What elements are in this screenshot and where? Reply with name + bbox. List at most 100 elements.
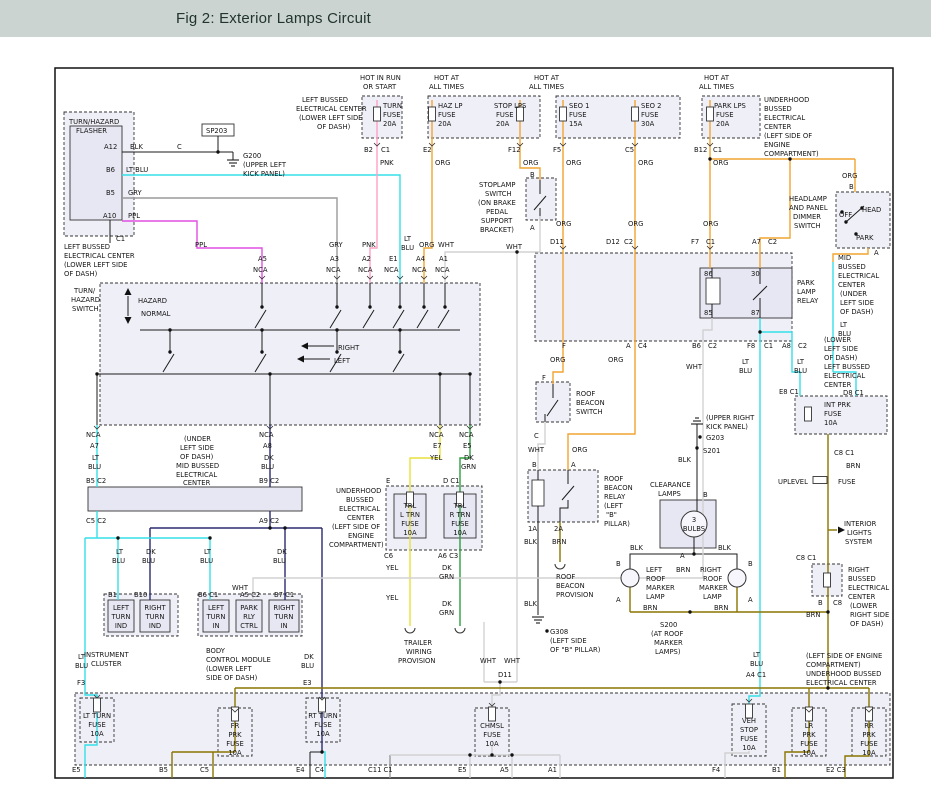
diagram-label: LT	[404, 235, 412, 243]
diagram-label: SWITCH	[576, 408, 603, 416]
diagram-label: (LEFT SIDE OF	[332, 523, 380, 531]
diagram-label: 10A	[802, 749, 816, 757]
diagram-label: ROOF	[556, 573, 575, 581]
diagram-label: FUSE	[483, 731, 501, 739]
junction-dot	[168, 328, 171, 331]
diagram-label: FUSE	[383, 111, 401, 119]
diagram-label: C1	[764, 342, 773, 350]
diagram-label: C8 C1	[834, 449, 854, 457]
junction-dot	[438, 372, 441, 375]
diagram-label: A9 C2	[259, 517, 279, 525]
diagram-label: VEH	[742, 717, 756, 725]
diagram-label: WIRING	[406, 648, 432, 656]
diagram-label: LEFT	[646, 566, 663, 574]
fuse-symbol	[94, 698, 101, 712]
diagram-label: UNDERHOOD	[336, 487, 381, 495]
diagram-label: B5	[159, 766, 168, 774]
diagram-label: TURN	[274, 613, 294, 621]
diagram-label: (LEFT SIDE OF ENGINE	[806, 652, 882, 660]
diagram-label: DK	[442, 600, 452, 608]
diagram-label: KICK PANEL)	[243, 170, 285, 178]
diagram-label: C5	[200, 766, 209, 774]
diagram-label: LEFT SIDE	[840, 299, 874, 307]
diagram-label: A4 C1	[746, 671, 766, 679]
diagram-label: HAZ LP	[438, 102, 462, 110]
diagram-label: YEL	[385, 594, 398, 602]
diagram-label: TURN	[111, 613, 131, 621]
diagram-label: DK	[442, 564, 452, 572]
diagram-label: G203	[706, 434, 724, 442]
fuse-symbol	[429, 107, 436, 121]
diagram-label: LR	[805, 722, 814, 730]
diagram-label: AND PANEL	[789, 204, 828, 212]
diagram-label: STOP	[740, 726, 758, 734]
diagram-label: 10A	[824, 419, 838, 427]
diagram-label: ENGINE	[348, 532, 374, 540]
diagram-label: SWITCH	[794, 222, 821, 230]
diagram-label: OF DASH)	[840, 308, 874, 316]
junction-dot	[216, 150, 219, 153]
diagram-label: F3	[77, 679, 85, 687]
diagram-label: FUSE	[496, 111, 514, 119]
diagram-label: BRN	[846, 462, 860, 470]
diagram-label: PEDAL	[486, 208, 508, 216]
diagram-label: LAMP	[797, 288, 816, 296]
diagram-label: B	[849, 183, 854, 191]
component-box	[88, 487, 302, 511]
diagram-label: LAMP	[646, 593, 665, 601]
diagram-label: BLK	[718, 544, 731, 552]
wire-cyn	[85, 538, 97, 701]
diagram-label: WHT	[528, 446, 545, 454]
diagram-label: "B"	[606, 511, 617, 519]
diagram-label: C11 C1	[368, 766, 393, 774]
diagram-label: A1	[548, 766, 557, 774]
diagram-label: 10A	[453, 529, 467, 537]
diagram-label: NCA	[358, 266, 373, 274]
diagram-label: LT	[742, 358, 750, 366]
diagram-label: LEFT BUSSED	[824, 363, 870, 371]
diagram-label: G308	[550, 628, 568, 636]
diagram-label: E1	[389, 255, 398, 263]
diagram-label: C	[534, 432, 539, 440]
diagram-label: 10A	[862, 749, 876, 757]
diagram-label: TURN	[382, 102, 402, 110]
diagram-label: NCA	[412, 266, 427, 274]
diagram-label: BLK	[678, 456, 691, 464]
junction-dot	[498, 680, 501, 683]
fuse-symbol	[489, 707, 496, 721]
diagram-label: TRAILER	[403, 639, 432, 647]
diagram-label: BLK	[630, 544, 643, 552]
diagram-label: WHT	[506, 243, 523, 251]
diagram-label: SWITCH	[485, 190, 512, 198]
diagram-label: OF DASH)	[317, 123, 351, 131]
diagram-label: C2	[798, 342, 807, 350]
fuse-symbol	[824, 573, 831, 587]
diagram-label: C2	[624, 238, 633, 246]
diagram-label: HAZARD	[71, 296, 100, 304]
diagram-label: 3	[692, 516, 696, 524]
wire-org	[760, 159, 790, 268]
diagram-label: HOT AT	[434, 74, 460, 82]
diagram-label: FUSE	[740, 735, 758, 743]
diagram-label: ORG	[435, 159, 450, 167]
connector-arc	[405, 628, 415, 633]
diagram-label: RIGHT	[848, 566, 870, 574]
diagram-label: (LEFT	[604, 502, 624, 510]
junction-dot	[260, 328, 263, 331]
diagram-label: BLU	[75, 662, 88, 670]
diagram-label: TURN	[206, 613, 226, 621]
diagram-label: HOT AT	[704, 74, 730, 82]
diagram-label: DK	[264, 454, 274, 462]
diagram-label: SYSTEM	[845, 538, 872, 546]
diagram-label: RIGHT	[700, 566, 722, 574]
diagram-label: 10A	[742, 744, 756, 752]
diagram-label: GRY	[329, 241, 344, 249]
diagram-label: E4	[296, 766, 305, 774]
diagram-label: (ON BRAKE	[478, 199, 516, 207]
fuse-symbol	[632, 107, 639, 121]
diagram-label: LT	[840, 321, 848, 329]
diagram-label: LT	[116, 548, 124, 556]
diagram-label: BRN	[806, 611, 820, 619]
junction-dot	[208, 536, 211, 539]
diagram-label: RELAY	[797, 297, 819, 305]
